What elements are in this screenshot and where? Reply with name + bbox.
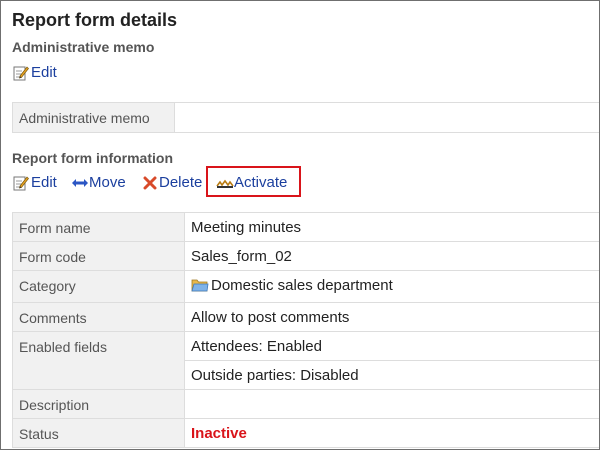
category-value: Domestic sales department — [211, 276, 393, 294]
status-cell: Inactive — [184, 418, 599, 448]
status-value: Inactive — [191, 424, 247, 442]
activate-highlight-box — [206, 166, 301, 197]
category-cell: Domestic sales department — [184, 270, 599, 303]
table-row: Administrative memo — [12, 102, 599, 133]
report-form-edit-label: Edit — [31, 174, 57, 191]
comments-label: Comments — [12, 302, 185, 332]
enabled-field-value: Outside parties: Disabled — [184, 360, 599, 390]
report-form-info-table: Form name Meeting minutes Form code Sale… — [12, 212, 599, 448]
report-form-details-panel: Report form details Administrative memo … — [0, 0, 600, 450]
admin-memo-edit-link[interactable]: Edit — [13, 64, 57, 81]
enabled-fields-label: Enabled fields — [12, 331, 185, 390]
edit-icon — [13, 175, 31, 191]
delete-label: Delete — [159, 174, 203, 191]
table-row: Comments Allow to post comments — [12, 302, 599, 332]
form-name-label: Form name — [12, 212, 185, 242]
table-row: Description — [12, 389, 599, 419]
admin-memo-label: Administrative memo — [12, 102, 175, 133]
admin-memo-section-title: Administrative memo — [12, 39, 155, 55]
move-arrows-icon — [71, 175, 89, 191]
form-name-value: Meeting minutes — [184, 212, 599, 242]
form-code-label: Form code — [12, 241, 185, 271]
move-label: Move — [89, 174, 126, 191]
table-row: Status Inactive — [12, 418, 599, 448]
comments-value: Allow to post comments — [184, 302, 599, 332]
enabled-field-value: Attendees: Enabled — [184, 331, 599, 361]
table-row: Enabled fields Attendees: Enabled — [12, 331, 599, 390]
table-row: Category Domestic sales department — [12, 270, 599, 303]
move-link[interactable]: Move — [71, 174, 126, 191]
page-title: Report form details — [12, 10, 178, 30]
admin-memo-edit-label: Edit — [31, 64, 57, 81]
form-code-value: Sales_form_02 — [184, 241, 599, 271]
admin-memo-table: Administrative memo — [12, 102, 599, 133]
edit-icon — [13, 65, 31, 81]
table-row: Form name Meeting minutes — [12, 212, 599, 242]
report-form-info-section-title: Report form information — [12, 150, 173, 166]
description-label: Description — [12, 389, 185, 419]
folder-icon — [191, 277, 209, 297]
delete-link[interactable]: Delete — [143, 174, 202, 191]
description-value — [184, 389, 599, 419]
category-label: Category — [12, 270, 185, 303]
admin-memo-value — [174, 102, 599, 133]
report-form-edit-link[interactable]: Edit — [13, 174, 57, 191]
delete-x-icon — [143, 175, 159, 191]
table-row: Form code Sales_form_02 — [12, 241, 599, 271]
status-label: Status — [12, 418, 185, 448]
